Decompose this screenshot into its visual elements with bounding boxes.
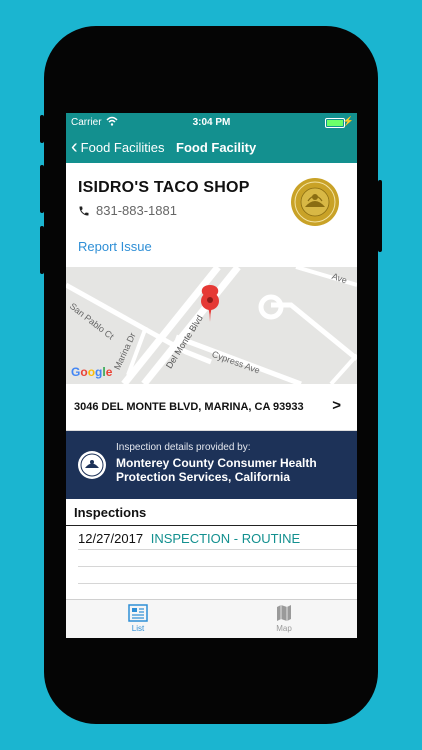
phone-number: 831-883-1881 (96, 203, 177, 218)
back-label: Food Facilities (80, 139, 165, 155)
facility-name: ISIDRO'S TACO SHOP (78, 179, 250, 196)
tab-map-label: Map (276, 624, 292, 633)
row-divider (78, 549, 357, 550)
side-button-right (378, 180, 382, 252)
provider-banner: Inspection details provided by: Monterey… (66, 431, 357, 499)
location-map[interactable]: San Pablo Ct Marina Dr Del Monte Blvd Cy… (66, 267, 357, 384)
inspection-type: INSPECTION - ROUTINE (150, 531, 301, 546)
tab-bar: List Map (66, 599, 357, 638)
address-row[interactable]: 3046 DEL MONTE BLVD, MARINA, CA 93933 > (66, 384, 357, 431)
provider-label: Inspection details provided by: (116, 442, 251, 453)
side-button-left-2 (40, 165, 44, 213)
phone-link[interactable]: 831-883-1881 (78, 203, 177, 218)
side-button-left-1 (40, 115, 44, 143)
tab-list-label: List (131, 624, 145, 633)
county-seal-icon (78, 451, 106, 479)
google-logo: Google (71, 365, 113, 379)
tab-list[interactable]: List (108, 604, 168, 633)
list-icon (128, 604, 148, 622)
address-text: 3046 DEL MONTE BLVD, MARINA, CA 93933 (74, 401, 304, 413)
chevron-right-icon: > (332, 397, 341, 414)
provider-name: Monterey County Consumer Health Protecti… (116, 456, 317, 484)
clock: 3:04 PM (192, 117, 231, 128)
app-screen: Carrier 3:04 PM ⚡ ‹ Food Facilities Food… (66, 113, 357, 638)
inspections-title: Inspections (74, 505, 147, 520)
status-bar: Carrier 3:04 PM ⚡ (66, 113, 357, 133)
navigation-bar: ‹ Food Facilities Food Facility (66, 133, 357, 163)
inspection-date: 12/27/2017 (78, 531, 144, 546)
back-button[interactable]: ‹ Food Facilities (71, 136, 165, 158)
inspection-row[interactable]: 12/27/2017 INSPECTION - ROUTINE (78, 531, 300, 546)
chevron-left-icon: ‹ (71, 136, 78, 158)
row-divider (78, 583, 357, 584)
side-button-left-3 (40, 226, 44, 274)
report-issue-link[interactable]: Report Issue (78, 239, 152, 254)
phone-icon (79, 206, 89, 215)
page-title: Food Facility (176, 140, 257, 155)
row-divider (78, 566, 357, 567)
inspections-header: Inspections (66, 499, 357, 526)
tab-map[interactable]: Map (254, 604, 314, 633)
map-icon (277, 605, 291, 621)
county-seal-logo (291, 178, 339, 226)
charging-icon: ⚡ (342, 116, 354, 126)
